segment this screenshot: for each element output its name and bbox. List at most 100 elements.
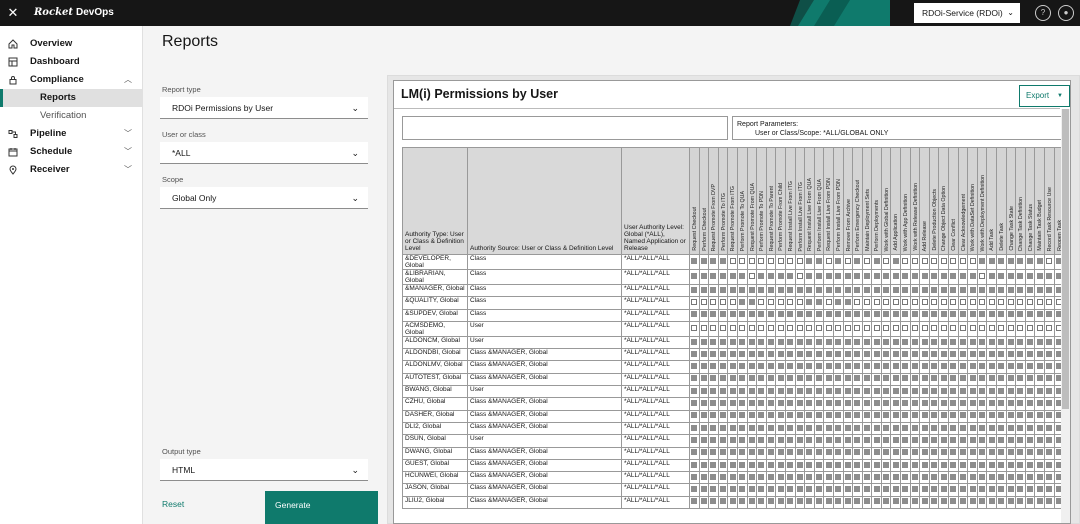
permission-granted-mark (758, 311, 765, 318)
user-icon[interactable]: ● (1058, 5, 1074, 21)
permission-cell (727, 335, 738, 350)
permission-denied-mark (911, 258, 918, 264)
permission-cell (957, 269, 969, 285)
permission-cell (746, 446, 758, 460)
permission-granted-mark (1017, 486, 1024, 493)
permission-cell (775, 283, 786, 298)
permission-granted-mark (729, 273, 736, 279)
user-or-class-label: User or class (162, 130, 206, 139)
permission-granted-mark (959, 498, 966, 505)
permission-granted-mark (700, 363, 707, 370)
permission-granted-mark (758, 498, 765, 505)
sidebar-subitem-verification[interactable]: Verification (0, 107, 142, 125)
permission-granted-mark (777, 311, 784, 318)
permission-cell (794, 495, 806, 510)
report-type-select[interactable]: RDOi Permissions by User ⌄ (160, 97, 368, 119)
permission-granted-mark (940, 338, 947, 345)
permission-granted-mark (796, 387, 803, 394)
permission-cell (784, 483, 796, 497)
permission-granted-mark (748, 498, 755, 505)
permission-granted-mark (1036, 350, 1043, 357)
permission-cell (708, 360, 719, 374)
permission-label: Request Checkout (692, 207, 698, 251)
report-viewer: LM(i) Permissions by User Export ▼ Report… (387, 75, 1080, 524)
permission-granted-mark (768, 400, 775, 407)
export-button[interactable]: Export ▼ (1019, 85, 1070, 107)
permission-granted-mark (931, 436, 938, 443)
permission-cell (708, 269, 719, 285)
sidebar-item-overview[interactable]: Overview (0, 35, 142, 53)
sidebar-item-pipeline[interactable]: Pipeline ﹀ (0, 125, 142, 143)
permission-cell (717, 296, 729, 310)
permission-granted-mark (959, 424, 966, 431)
permission-cell (804, 269, 815, 285)
permission-granted-mark (758, 286, 765, 293)
permission-granted-mark (940, 286, 947, 293)
permission-granted-mark (969, 387, 976, 394)
permission-granted-mark (988, 461, 995, 468)
permission-cell (928, 458, 940, 473)
permission-granted-mark (1007, 486, 1014, 493)
permission-granted-mark (748, 338, 755, 345)
reset-button[interactable]: Reset (162, 499, 184, 509)
permission-cell (957, 495, 969, 510)
permission-cell (880, 335, 892, 350)
permission-denied-mark (969, 324, 976, 331)
sidebar-item-compliance[interactable]: Compliance ︿ (0, 71, 142, 89)
permission-cell (852, 308, 863, 322)
permission-granted-mark (921, 436, 928, 443)
permission-granted-mark (729, 473, 736, 480)
chevron-down-icon: ﹀ (124, 147, 132, 156)
permission-cell (717, 409, 729, 423)
help-icon[interactable]: ? (1035, 5, 1051, 21)
permission-header: Request Install Live From ITG (784, 147, 796, 255)
permission-cell (756, 348, 767, 362)
close-icon[interactable]: ✕ (4, 4, 22, 22)
permission-granted-mark (1046, 412, 1053, 419)
permission-granted-mark (710, 461, 717, 468)
permission-granted-mark (1027, 424, 1034, 431)
user-or-class-select[interactable]: *ALL ⌄ (160, 142, 368, 164)
permission-cell (736, 409, 748, 423)
generate-button[interactable]: Generate (265, 491, 378, 524)
sidebar-item-schedule[interactable]: Schedule ﹀ (0, 143, 142, 161)
permission-cell (909, 483, 921, 497)
permission-granted-mark (1036, 273, 1043, 279)
permission-cell (909, 495, 921, 510)
permission-granted-mark (921, 387, 928, 394)
permission-cell (852, 471, 863, 485)
permission-cell (967, 483, 978, 497)
scrollbar-thumb[interactable] (1062, 109, 1069, 409)
permission-denied-mark (931, 258, 938, 264)
permission-cell (986, 308, 997, 322)
permission-granted-mark (969, 498, 976, 505)
permission-cell (871, 283, 882, 298)
permission-cell (717, 360, 729, 374)
permission-granted-mark (691, 498, 698, 505)
service-select[interactable]: RDOi-Service (RDOi) ⌄ (914, 3, 1020, 23)
permission-denied-mark (729, 324, 736, 331)
permission-cell (698, 471, 710, 485)
output-type-select[interactable]: HTML ⌄ (160, 459, 368, 481)
permission-cell (928, 471, 940, 485)
permission-cell (794, 320, 806, 337)
permission-granted-mark (863, 387, 870, 394)
permission-cell (756, 269, 767, 285)
permission-header: Change Task Status (1024, 147, 1036, 255)
sidebar-item-receiver[interactable]: Receiver ﹀ (0, 161, 142, 179)
sidebar-item-dashboard[interactable]: Dashboard (0, 53, 142, 71)
permission-denied-mark (796, 298, 803, 305)
permission-cell (813, 458, 825, 473)
scope-select[interactable]: Global Only ⌄ (160, 187, 368, 209)
permission-cell (890, 308, 902, 322)
permission-granted-mark (825, 412, 832, 419)
report-scrollbar[interactable] (1061, 109, 1070, 523)
permission-granted-mark (835, 298, 842, 305)
permission-cell (967, 434, 978, 448)
permission-cell (996, 385, 1007, 399)
permission-cell (823, 495, 834, 510)
sidebar-subitem-reports[interactable]: Reports (0, 89, 142, 107)
permission-granted-mark (998, 498, 1005, 505)
permission-cell (909, 458, 921, 473)
permission-cell (746, 308, 758, 322)
